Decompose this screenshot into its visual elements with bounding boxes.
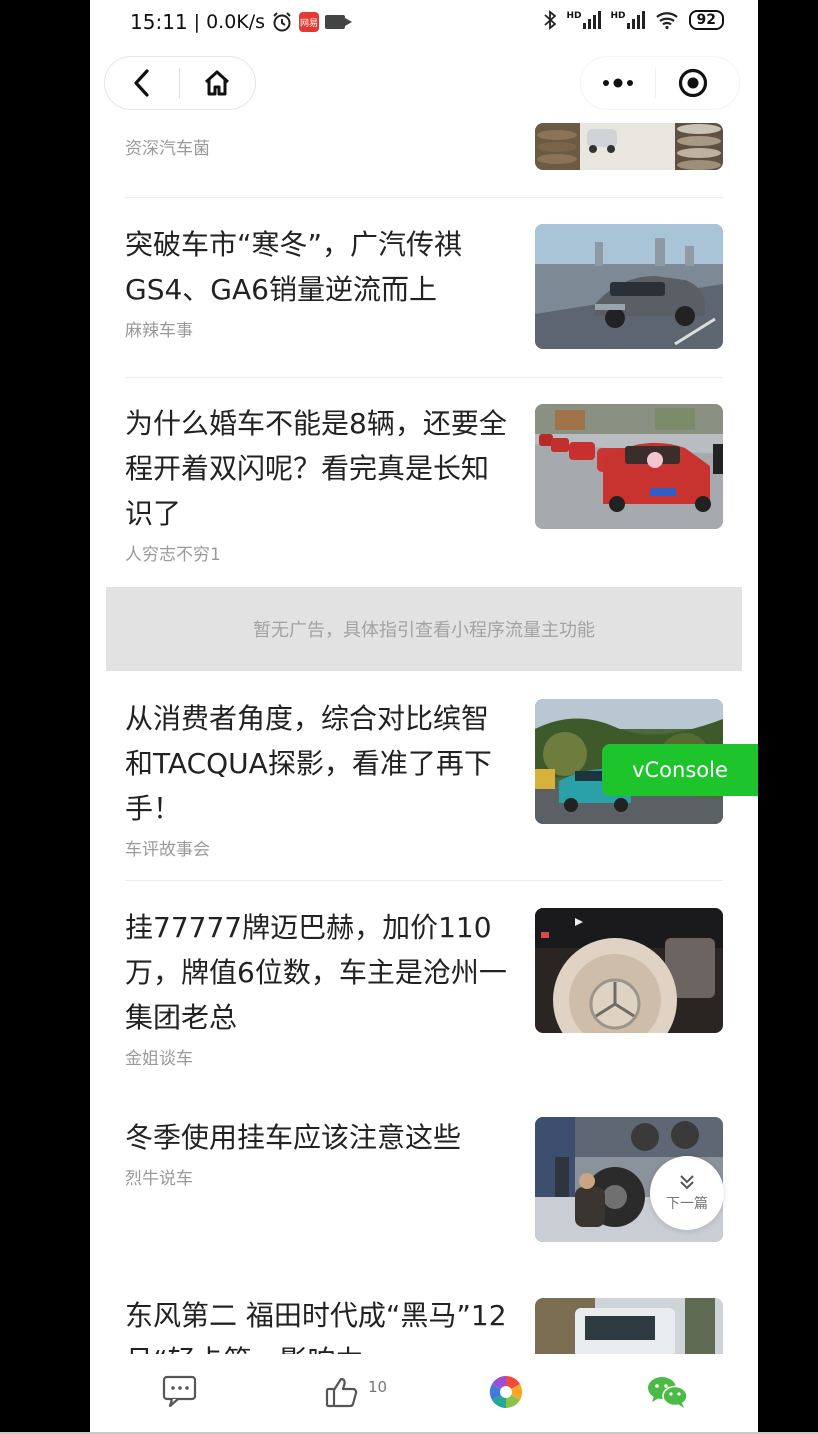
alarm-icon: [273, 12, 291, 32]
article-divider: [125, 197, 723, 198]
signal-2: HD: [611, 11, 645, 29]
phone-screen: 15:11 | 0.0K/s 网易 HD HD 92 资深汽车菌 突破车市“寒冬…: [90, 0, 758, 1432]
next-article-button[interactable]: 下一篇: [650, 1156, 724, 1230]
ad-placeholder-banner: 暂无广告，具体指引查看小程序流量主功能: [106, 587, 742, 671]
close-miniprogram-button[interactable]: [656, 57, 730, 109]
article-title: 为什么婚车不能是8辆，还要全程开着双闪呢？看完真是长知识了: [125, 407, 507, 530]
maybach-steering-wheel-image: [535, 908, 723, 1033]
more-dots-icon: [603, 78, 633, 88]
article-title: 突破车市“寒冬”，广汽传祺GS4、GA6销量逆流而上: [125, 228, 463, 306]
nav-capsule-right: [580, 56, 740, 110]
signal-bars-icon: [582, 11, 601, 29]
article-thumbnail: [535, 123, 723, 170]
status-net-speed: | 0.0K/s: [193, 11, 266, 33]
nav-capsule-left: [104, 56, 256, 110]
article-source: 资深汽车菌: [125, 139, 210, 159]
signal-1: HD: [566, 11, 601, 29]
wechat-share-button[interactable]: [646, 1374, 690, 1410]
status-time: 15:11: [130, 10, 188, 34]
article-source: 金姐谈车: [125, 1049, 193, 1069]
article-title: 挂77777牌迈巴赫，加价110万，牌值6位数，车主是沧州一集团老总: [125, 911, 507, 1034]
article-source: 麻辣车事: [125, 321, 193, 341]
article-source: 车评故事会: [125, 840, 210, 860]
signal-bars-icon: [626, 11, 645, 29]
article-source: 烈牛说车: [125, 1169, 193, 1189]
vconsole-button[interactable]: vConsole: [602, 744, 758, 796]
article-divider: [125, 880, 723, 881]
wedding-cars-image: [535, 404, 723, 529]
thumbs-up-icon: [325, 1377, 358, 1408]
news-app-icon: 网易: [299, 12, 320, 32]
bluetooth-icon: [544, 10, 557, 30]
vconsole-label: vConsole: [632, 758, 728, 782]
article-thumbnail: [535, 908, 723, 1033]
article-divider: [125, 377, 723, 378]
coins-car-image: [535, 123, 723, 170]
chevron-left-icon: [134, 69, 149, 97]
like-button[interactable]: 10: [324, 1374, 387, 1410]
ad-placeholder-text: 暂无广告，具体指引查看小程序流量主功能: [253, 620, 595, 641]
like-count: 10: [368, 1378, 388, 1396]
article-source: 人穷志不穷1: [125, 545, 221, 565]
comment-icon: [162, 1375, 197, 1408]
moments-shutter-icon: [489, 1375, 523, 1409]
home-button[interactable]: [180, 57, 254, 109]
next-article-label: 下一篇: [666, 1196, 708, 1212]
more-button[interactable]: [581, 57, 655, 109]
suv-on-highway-image: [535, 224, 723, 349]
target-circle-icon: [678, 68, 708, 98]
wifi-icon: [655, 12, 678, 29]
article-title: 冬季使用挂车应该注意这些: [125, 1121, 462, 1154]
back-button[interactable]: [105, 57, 179, 109]
bottom-action-bar: 10: [90, 1354, 758, 1432]
article-title: 从消费者角度，综合对比缤智和TACQUA探影，看准了再下手！: [125, 702, 492, 825]
status-left: 15:11 | 0.0K/s 网易: [130, 10, 353, 34]
wechat-icon: [648, 1377, 688, 1408]
signal-hd-label: HD: [566, 11, 582, 21]
signal-hd-label: HD: [610, 11, 626, 21]
double-chevron-down-icon: [680, 1175, 694, 1190]
status-bar: 15:11 | 0.0K/s 网易 HD HD 92: [90, 0, 758, 46]
status-right: HD HD 92: [544, 10, 724, 30]
moments-share-button[interactable]: [488, 1374, 524, 1410]
article-thumbnail: [535, 404, 723, 529]
video-record-icon: [325, 15, 353, 29]
battery-indicator: 92: [688, 10, 724, 30]
comment-button[interactable]: [162, 1374, 198, 1408]
home-icon: [204, 70, 230, 96]
article-thumbnail: [535, 224, 723, 349]
